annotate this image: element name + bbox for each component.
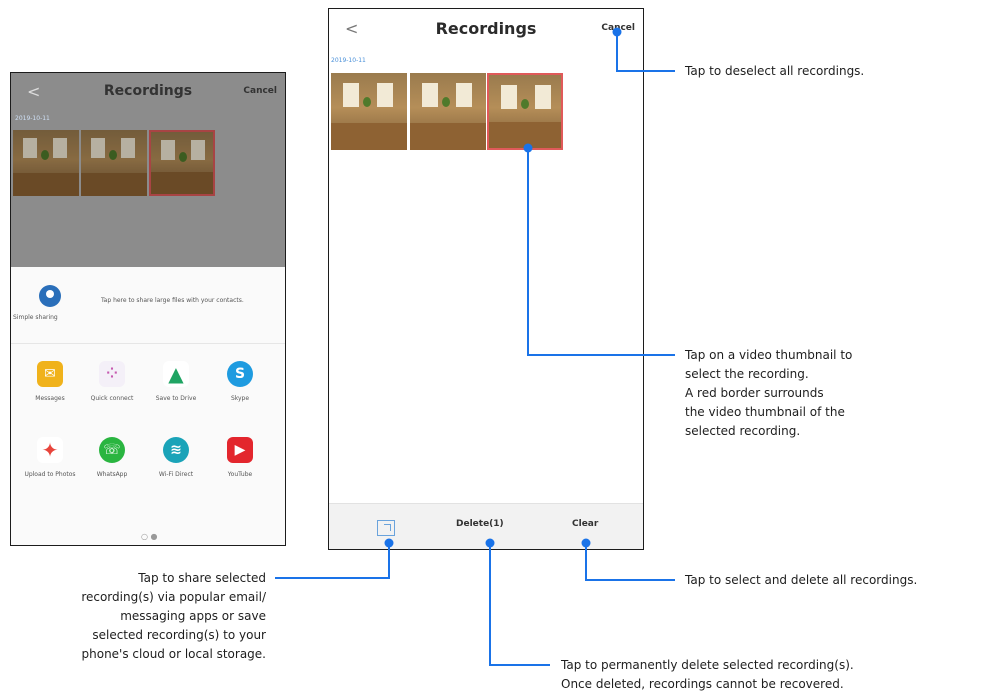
callout-dot-cancel: [612, 27, 622, 37]
share-note-line: Tap to share selected: [138, 571, 266, 585]
thumbnail-note-line: the video thumbnail of the: [685, 405, 845, 419]
callout-line-delete: [489, 543, 550, 666]
callout-line-clear: [585, 543, 675, 581]
share-note-line: selected recording(s) to your: [92, 628, 266, 642]
delete-note-line: Once deleted, recordings cannot be recov…: [561, 677, 844, 691]
callout-dot-thumbnail: [523, 143, 533, 153]
delete-note: Tap to permanently delete selected recor…: [561, 656, 854, 694]
share-note: Tap to share selected recording(s) via p…: [2, 569, 266, 664]
cancel-note: Tap to deselect all recordings.: [685, 64, 865, 78]
callout-dot-share: [384, 538, 394, 548]
clear-note: Tap to select and delete all recordings.: [685, 573, 918, 587]
thumbnail-note-line: A red border surrounds: [685, 386, 824, 400]
callout-line-thumbnail: [527, 148, 675, 356]
callout-line-cancel: [616, 32, 675, 72]
share-note-line: phone's cloud or local storage.: [81, 647, 267, 661]
share-note-line: messaging apps or save: [120, 609, 266, 623]
thumbnail-note-line: Tap on a video thumbnail to: [685, 348, 853, 362]
callout-dot-clear: [581, 538, 591, 548]
delete-note-line: Tap to permanently delete selected recor…: [561, 658, 854, 672]
callout-line-share: [275, 543, 390, 579]
thumbnail-note-line: select the recording.: [685, 367, 809, 381]
thumbnail-note: Tap on a video thumbnail to select the r…: [685, 346, 852, 441]
callout-dot-delete: [485, 538, 495, 548]
share-note-line: recording(s) via popular email/: [81, 590, 266, 604]
thumbnail-note-line: selected recording.: [685, 424, 801, 438]
